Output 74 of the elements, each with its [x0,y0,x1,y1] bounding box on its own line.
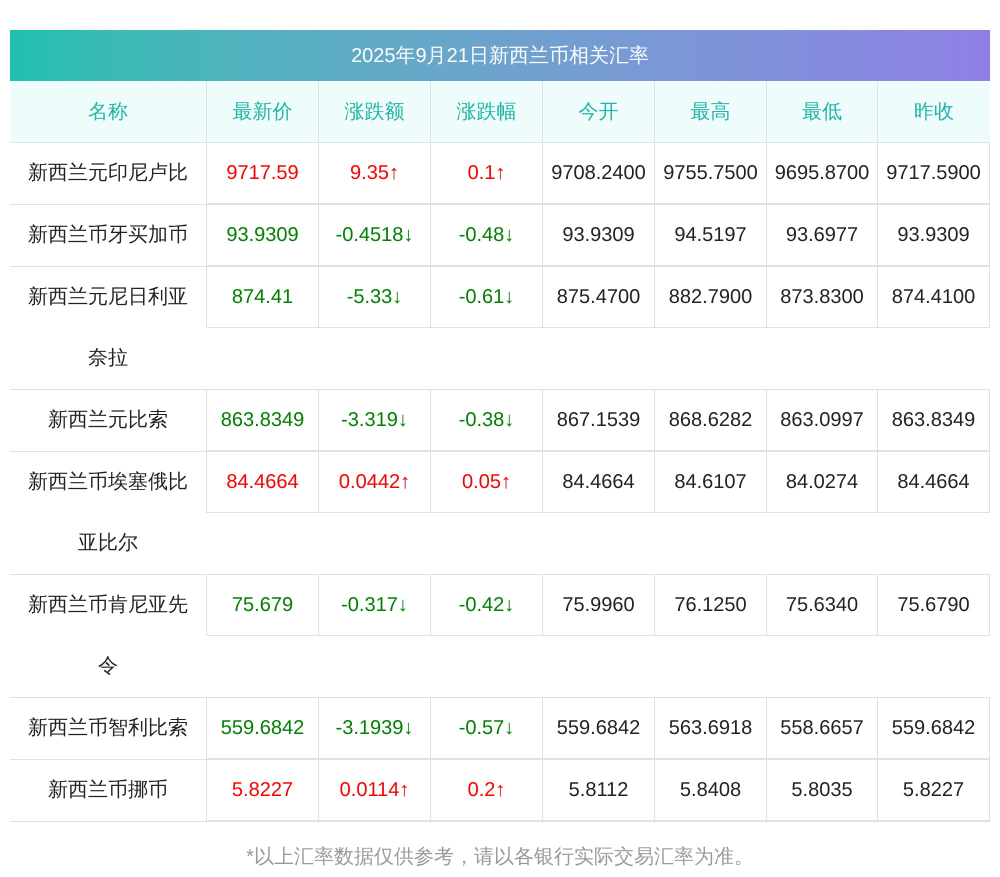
currency-name: 新西兰币挪币 [47,778,169,803]
table-cell: 9708.2400 [542,143,654,203]
table-cell: 84.4664 [206,452,318,512]
column-header: 昨收 [877,81,990,142]
footnote: *以上汇率数据仅供参考，请以各银行实际交易汇率为准。 [245,845,755,870]
table-cell: -0.48↓ [430,205,542,265]
column-header: 涨跌额 [318,81,430,142]
table-cell: 84.6107 [654,452,766,512]
currency-name: 新西兰元尼日利亚奈拉 [27,285,189,371]
column-header: 名称 [87,100,129,124]
table-cell: 5.8227 [877,760,990,820]
currency-name: 新西兰币牙买加币 [27,223,189,248]
table-cell: 93.6977 [766,205,877,265]
column-header: 最高 [654,81,766,142]
table-cell: 9717.5900 [877,143,990,203]
table-cell: -0.317↓ [318,575,430,635]
currency-name: 新西兰元比索 [47,408,169,433]
table-cell: 5.8227 [206,760,318,820]
table-cell: 0.0114↑ [318,760,430,820]
table-cell: 75.9960 [542,575,654,635]
table-cell: 5.8035 [766,760,877,820]
table-cell: 5.8408 [654,760,766,820]
table-cell: 863.8349 [206,390,318,450]
column-header: 最低 [766,81,877,142]
table-cell: 559.6842 [877,698,990,758]
table-cell: 93.9309 [877,205,990,265]
column-header: 涨跌幅 [430,81,542,142]
table-cell: 868.6282 [654,390,766,450]
table-cell: 874.4100 [877,267,990,327]
column-header: 今开 [542,81,654,142]
table-cell: 563.6918 [654,698,766,758]
table-cell: 5.8112 [542,760,654,820]
table-cell: 93.9309 [542,205,654,265]
table-cell: 558.6657 [766,698,877,758]
table-cell: 559.6842 [542,698,654,758]
table-cell: 0.0442↑ [318,452,430,512]
currency-name: 新西兰币肯尼亚先令 [27,593,189,679]
table-cell: -0.4518↓ [318,205,430,265]
table-cell: 9695.8700 [766,143,877,203]
table-cell: -3.1939↓ [318,698,430,758]
table-cell: -0.57↓ [430,698,542,758]
currency-name: 新西兰币埃塞俄比亚比尔 [27,470,189,556]
table-cell: 76.1250 [654,575,766,635]
table-cell: 874.41 [206,267,318,327]
table-cell: 84.4664 [542,452,654,512]
table-cell: 0.05↑ [430,452,542,512]
currency-name: 新西兰币智利比索 [27,716,189,741]
table-cell: -0.38↓ [430,390,542,450]
table-cell: 75.6790 [877,575,990,635]
table-cell: -0.61↓ [430,267,542,327]
table-cell: 863.0997 [766,390,877,450]
table-cell: 9755.7500 [654,143,766,203]
table-cell: 9.35↑ [318,143,430,203]
table-cell: 0.2↑ [430,760,542,820]
table-cell: 84.0274 [766,452,877,512]
currency-name: 新西兰元印尼卢比 [27,161,189,186]
table-cell: 882.7900 [654,267,766,327]
table-cell: 875.4700 [542,267,654,327]
table-cell: 75.6340 [766,575,877,635]
table-cell: -3.319↓ [318,390,430,450]
table-cell: 867.1539 [542,390,654,450]
column-header: 最新价 [206,81,318,142]
table-cell: 863.8349 [877,390,990,450]
table-cell: -5.33↓ [318,267,430,327]
table-cell: 75.679 [206,575,318,635]
table-cell: 559.6842 [206,698,318,758]
table-cell: 93.9309 [206,205,318,265]
table-cell: 873.8300 [766,267,877,327]
table-cell: 94.5197 [654,205,766,265]
table-cell: 84.4664 [877,452,990,512]
table-title: 2025年9月21日新西兰币相关汇率 [10,30,990,81]
table-cell: 9717.59 [206,143,318,203]
table-cell: 0.1↑ [430,143,542,203]
table-cell: -0.42↓ [430,575,542,635]
